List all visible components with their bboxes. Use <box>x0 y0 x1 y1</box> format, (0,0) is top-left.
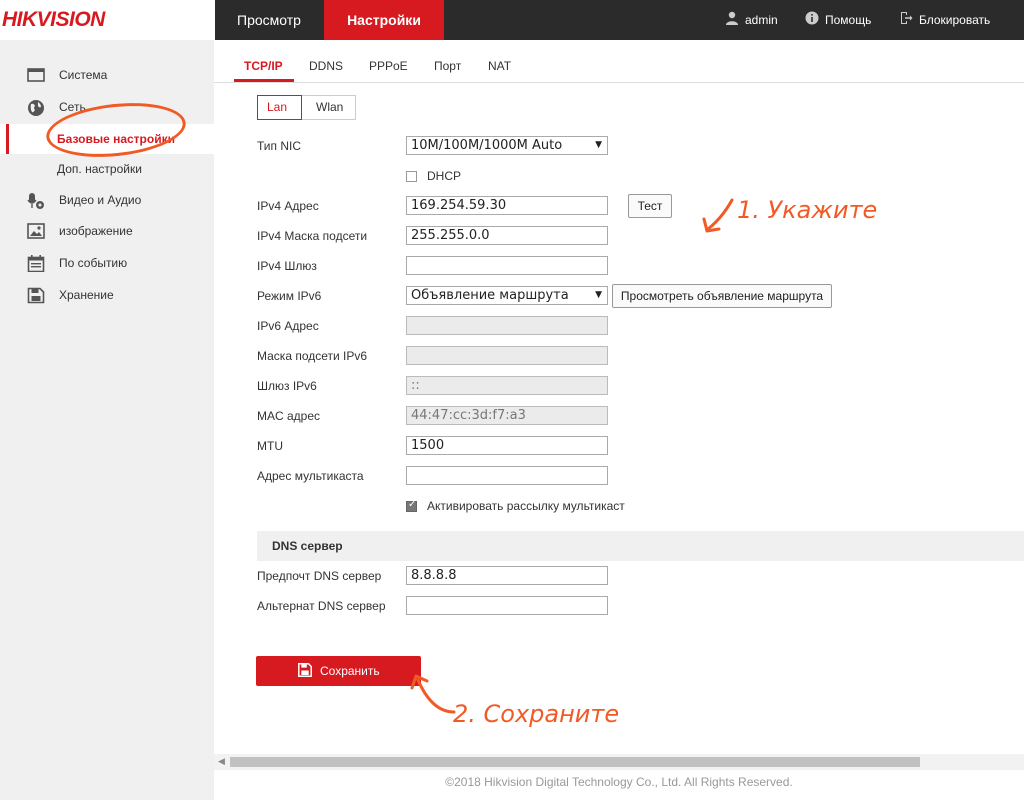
ipv4-gateway-input[interactable] <box>406 256 608 275</box>
ipv6-mode-select[interactable]: Объявление маршрута ▼ <box>406 286 608 305</box>
footer-copyright: ©2018 Hikvision Digital Technology Co., … <box>445 775 793 789</box>
tab-tcpip[interactable]: TCP/IP <box>244 59 283 73</box>
scrollbar-thumb[interactable] <box>230 757 920 767</box>
ipv4-mask-label: IPv4 Маска подсети <box>257 229 368 243</box>
info-icon <box>805 1 819 41</box>
help-label: Помощь <box>825 13 872 27</box>
annotation-step1: 1. Укажите <box>737 196 878 224</box>
horizontal-scrollbar[interactable]: ◀ <box>214 754 1024 770</box>
ipv4-address-label: IPv4 Адрес <box>257 199 319 213</box>
sidebar-item-advanced-settings[interactable]: Доп. настройки <box>0 154 214 184</box>
save-button[interactable]: Сохранить <box>256 656 421 686</box>
ipv6-address-label: IPv6 Адрес <box>257 319 319 333</box>
dropdown-arrow-icon: ▼ <box>595 290 602 300</box>
globe-icon <box>27 99 45 116</box>
settings-subtabs: TCP/IP DDNS PPPoE Порт NAT <box>214 40 1024 83</box>
save-icon <box>27 287 45 304</box>
tab-settings[interactable]: Настройки <box>324 0 444 40</box>
nic-type-value: 10M/100M/1000M Auto <box>411 138 563 153</box>
ipv6-mask-label: Маска подсети IPv6 <box>257 349 368 363</box>
test-button[interactable]: Тест <box>628 194 672 218</box>
ipv6-mode-value: Объявление маршрута <box>411 288 569 303</box>
annotation-arrow-1 <box>702 198 734 233</box>
top-bar: HIKVISION Просмотр Настройки admin Помощ… <box>0 0 1024 40</box>
dhcp-checkbox[interactable] <box>406 171 417 182</box>
mac-address-input: 44:47:cc:3d:f7:a3 <box>406 406 608 425</box>
nic-type-select[interactable]: 10M/100M/1000M Auto ▼ <box>406 136 608 155</box>
multicast-address-input[interactable] <box>406 466 608 485</box>
help-link[interactable]: Помощь <box>805 0 871 40</box>
lock-link[interactable]: Блокировать <box>899 0 990 40</box>
mtu-label: MTU <box>257 439 283 453</box>
multicast-enable-checkbox[interactable] <box>406 499 417 512</box>
view-route-advertisement-button[interactable]: Просмотреть объявление маршрута <box>612 284 832 308</box>
ipv4-gateway-label: IPv4 Шлюз <box>257 259 317 273</box>
alternate-dns-label: Альтернат DNS сервер <box>257 599 386 613</box>
user-menu[interactable]: admin <box>725 0 778 40</box>
dropdown-arrow-icon: ▼ <box>595 140 602 150</box>
ipv4-address-input[interactable]: 169.254.59.30 <box>406 196 608 215</box>
image-icon <box>27 223 45 239</box>
ipv6-address-input <box>406 316 608 335</box>
nic-type-label: Тип NIC <box>257 139 302 153</box>
ipv6-gateway-input: :: <box>406 376 608 395</box>
logo: HIKVISION <box>0 0 215 40</box>
tab-view[interactable]: Просмотр <box>215 0 323 40</box>
ipv6-mask-input <box>406 346 608 365</box>
scroll-left-icon[interactable]: ◀ <box>218 756 225 767</box>
tab-port[interactable]: Порт <box>434 59 461 73</box>
save-icon <box>298 663 312 677</box>
logout-icon <box>899 1 913 41</box>
alternate-dns-input[interactable] <box>406 596 608 615</box>
tab-nat[interactable]: NAT <box>488 59 511 73</box>
preferred-dns-label: Предпочт DNS сервер <box>257 569 382 583</box>
tab-lan[interactable]: Lan <box>257 95 302 120</box>
microphone-camera-icon <box>27 192 45 209</box>
tab-wlan[interactable]: Wlan <box>301 95 356 120</box>
calendar-icon <box>27 255 45 273</box>
ipv4-mask-input[interactable]: 255.255.0.0 <box>406 226 608 245</box>
tab-ddns[interactable]: DDNS <box>309 59 343 73</box>
lock-label: Блокировать <box>919 13 991 27</box>
mtu-input[interactable]: 1500 <box>406 436 608 455</box>
dns-section-title: DNS сервер <box>272 539 343 553</box>
active-tab-underline <box>234 79 294 82</box>
tab-pppoe[interactable]: PPPoE <box>369 59 408 73</box>
monitor-icon <box>27 67 45 83</box>
user-name: admin <box>745 13 778 27</box>
ipv6-mode-label: Режим IPv6 <box>257 289 322 303</box>
dhcp-label: DHCP <box>427 169 462 183</box>
dns-section-header: DNS сервер <box>257 531 1024 561</box>
multicast-enable-label: Активировать рассылку мультикаст <box>427 499 625 513</box>
ipv6-gateway-label: Шлюз IPv6 <box>257 379 317 393</box>
preferred-dns-input[interactable]: 8.8.8.8 <box>406 566 608 585</box>
annotation-step2: 2. Сохраните <box>453 700 620 728</box>
mac-address-label: MAC адрес <box>257 409 321 423</box>
user-icon <box>725 1 739 41</box>
multicast-address-label: Адрес мультикаста <box>257 469 364 483</box>
